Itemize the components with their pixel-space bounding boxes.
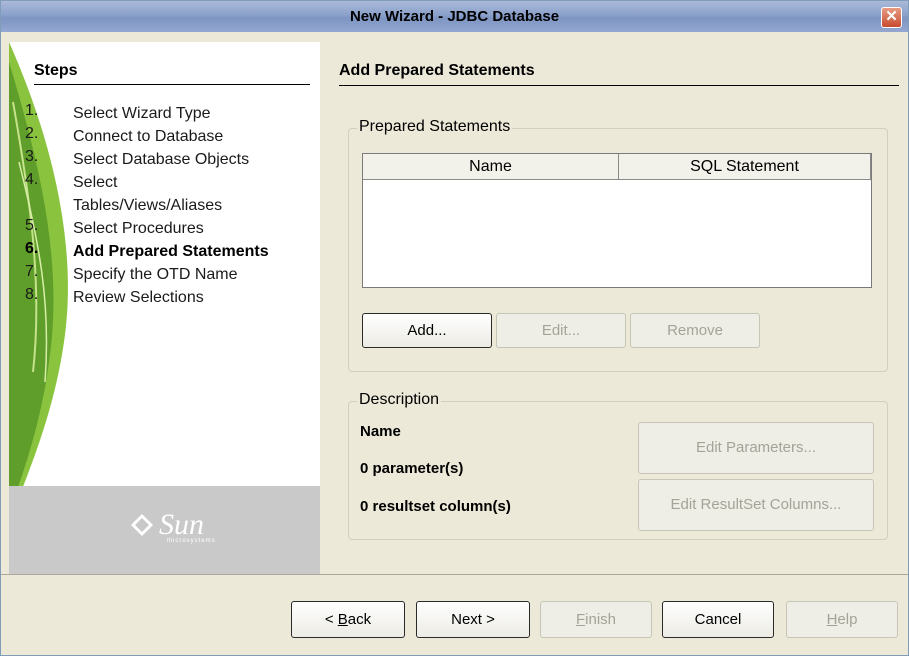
back-label-rest: ack: [347, 611, 372, 628]
back-mnemonic: B: [337, 611, 348, 628]
resultset-count: 0 resultset column(s): [360, 498, 511, 515]
steps-heading: Steps: [34, 62, 310, 85]
close-icon[interactable]: ✕: [881, 7, 902, 28]
edit-button[interactable]: Edit...: [496, 313, 626, 348]
description-group: Description Name 0 parameter(s) 0 result…: [348, 391, 888, 540]
step-number: 6.: [25, 240, 39, 257]
back-prefix: <: [324, 611, 338, 628]
prepared-statements-table[interactable]: Name SQL Statement: [362, 153, 872, 288]
window-title: New Wizard - JDBC Database: [349, 8, 560, 25]
parameter-count: 0 parameter(s): [360, 460, 464, 477]
footer-divider: [1, 574, 908, 575]
edit-resultset-columns-button[interactable]: Edit ResultSet Columns...: [638, 479, 874, 531]
title-bar[interactable]: New Wizard - JDBC Database ✕: [1, 1, 908, 32]
step-label: Add Prepared Statements: [73, 243, 269, 260]
cancel-button[interactable]: Cancel: [662, 601, 774, 638]
step-number: 7.: [25, 263, 39, 280]
step-label: Select Tables/Views/Aliases: [73, 174, 223, 214]
step-item: 2. Connect to Database: [25, 125, 315, 148]
finish-label-rest: inish: [585, 611, 617, 628]
step-label: Specify the OTD Name: [73, 266, 238, 283]
page-title: Add Prepared Statements: [339, 62, 899, 86]
finish-button[interactable]: Finish: [540, 601, 652, 638]
sun-diamond-icon: [131, 514, 153, 536]
sun-subtitle: microsystems: [167, 538, 216, 544]
step-label: Review Selections: [73, 289, 204, 306]
step-item: 3. Select Database Objects: [25, 148, 315, 171]
step-item: 7. Specify the OTD Name: [25, 263, 315, 286]
finish-mnemonic: F: [575, 611, 586, 628]
column-header-name[interactable]: Name: [363, 154, 619, 180]
steps-panel: Sun microsystems Steps 1. Select Wizard T…: [9, 42, 320, 574]
step-label: Select Database Objects: [73, 151, 250, 168]
wizard-window: New Wizard - JDBC Database ✕ Sun microsy…: [0, 0, 909, 656]
step-number: 2.: [25, 125, 39, 142]
help-button[interactable]: Help: [786, 601, 898, 638]
step-item: 1. Select Wizard Type: [25, 102, 315, 125]
remove-button[interactable]: Remove: [630, 313, 760, 348]
group-legend: Prepared Statements: [357, 118, 513, 136]
step-item-current: 6. Add Prepared Statements: [25, 240, 315, 263]
edit-parameters-button[interactable]: Edit Parameters...: [638, 422, 874, 474]
step-label: Select Wizard Type: [73, 105, 211, 122]
prepared-statements-group: Prepared Statements Name SQL Statement A…: [348, 118, 888, 372]
step-item: 4. Select Tables/Views/Aliases: [25, 171, 315, 217]
statement-name-label: Name: [360, 423, 401, 440]
steps-list: 1. Select Wizard Type 2. Connect to Databa…: [25, 102, 315, 309]
step-item: 8. Review Selections: [25, 286, 315, 309]
step-number: 4.: [25, 171, 39, 188]
next-button[interactable]: Next >: [416, 601, 530, 638]
column-header-sql[interactable]: SQL Statement: [619, 154, 871, 180]
step-number: 5.: [25, 217, 39, 234]
back-button[interactable]: < Back: [291, 601, 405, 638]
step-number: 8.: [25, 286, 39, 303]
group-legend: Description: [357, 391, 442, 409]
step-number: 1.: [25, 102, 39, 119]
step-number: 3.: [25, 148, 39, 165]
help-label-rest: elp: [837, 611, 858, 628]
sun-wordmark: Sun: [159, 508, 204, 541]
sun-logo: Sun microsystems: [131, 508, 241, 548]
step-label: Select Procedures: [73, 220, 204, 237]
step-label: Connect to Database: [73, 128, 224, 145]
step-item: 5. Select Procedures: [25, 217, 315, 240]
add-button[interactable]: Add...: [362, 313, 492, 348]
help-mnemonic: H: [826, 611, 838, 628]
